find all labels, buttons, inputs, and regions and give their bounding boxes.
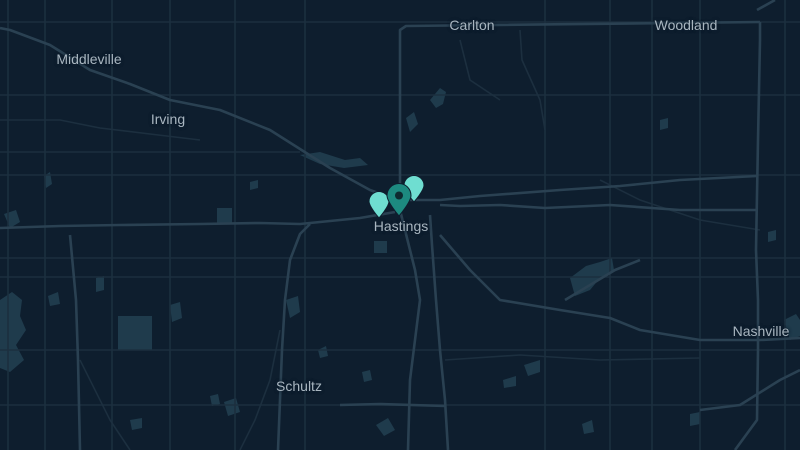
- place-label-carlton: Carlton: [449, 17, 495, 33]
- map-canvas[interactable]: Carlton Woodland Middleville Irving Hast…: [0, 0, 800, 450]
- place-label-irving: Irving: [150, 111, 186, 127]
- map-pin-selected-icon[interactable]: [386, 183, 412, 222]
- place-label-woodland: Woodland: [654, 17, 718, 33]
- place-label-schultz: Schultz: [276, 378, 322, 394]
- place-label-nashville: Nashville: [732, 323, 790, 339]
- place-label-middleville: Middleville: [56, 51, 122, 67]
